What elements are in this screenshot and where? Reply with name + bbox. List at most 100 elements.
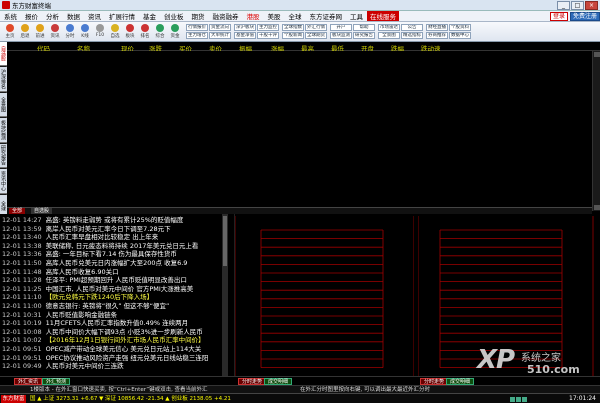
side-tab-2[interactable]: 全景图 <box>0 92 7 118</box>
toolbar-label-3: 资讯 <box>50 34 60 39</box>
toolbar-link[interactable]: 行情报价 <box>186 24 208 31</box>
toolbar-link[interactable]: 主力监控 <box>257 24 279 31</box>
menu-item-6[interactable]: 基金 <box>139 11 160 21</box>
toolbar-icon-2 <box>36 24 44 32</box>
toolbar-button-7[interactable]: 自选 <box>109 23 121 40</box>
status-icons <box>510 396 550 402</box>
toolbar-link[interactable]: 基金净值 <box>234 32 256 39</box>
toolbar-link[interactable]: 研究报告 <box>353 32 375 39</box>
quote-tab-bar: 全部 自选股 <box>7 207 592 215</box>
side-tab-4[interactable]: 研究报告 <box>0 143 7 169</box>
side-tab-3[interactable]: 板块监测 <box>0 118 7 143</box>
tab-forex-forecast[interactable]: 外汇预测 <box>42 378 71 385</box>
toolbar-button-10[interactable]: 综合 <box>154 23 166 40</box>
toolbar-link[interactable]: 数据中心 <box>449 32 471 39</box>
toolbar-button-9[interactable]: 排名 <box>139 23 151 40</box>
menu-item-12[interactable]: 全球 <box>285 11 306 21</box>
watermark-mark: XP <box>477 345 515 375</box>
toolbar-link[interactable]: 主力增仓 <box>186 32 208 39</box>
index-ticker[interactable]: 国 ▲ 上证 3273.31 +6.67 ▼ 深证 10856.42 -21.3… <box>30 394 231 403</box>
toolbar-label-6: F10 <box>95 33 105 38</box>
menu-item-7[interactable]: 创业板 <box>160 11 188 21</box>
menu-item-3[interactable]: 数据 <box>63 11 84 21</box>
news-list: 12-01 14:27 高盛: 英镑料走弱势 或将有累计25%的贬值幅度 12-01 1… <box>0 214 228 376</box>
toolbar-grid-5: 财经直播 个股资料 券商推荐 数据中心 <box>426 24 471 39</box>
tab-trade-detail-2[interactable]: 成交明细 <box>446 378 475 385</box>
toolbar-link[interactable]: 精选指标 <box>401 32 423 39</box>
login-button[interactable]: 登录 <box>549 11 568 21</box>
menu-item-0[interactable]: 系统 <box>0 11 21 21</box>
toolbar-link[interactable]: 深沪板块 <box>234 24 256 31</box>
menu-item-1[interactable]: 报价 <box>21 11 42 21</box>
maximize-button[interactable]: □ <box>571 0 584 10</box>
toolbar-button-4[interactable]: 分时 <box>64 23 76 40</box>
status-bar: 东方财富 国 ▲ 上证 3273.31 +6.67 ▼ 深证 10856.42 … <box>0 393 600 403</box>
menu-item-5[interactable]: 扩展行情 <box>105 11 139 21</box>
toolbar-icon-3 <box>51 24 59 32</box>
register-button[interactable]: 免费注册 <box>569 11 600 21</box>
news-headline[interactable]: 人民币对美元中间价三连跌 <box>46 362 124 370</box>
minimize-button[interactable]: _ <box>557 0 570 10</box>
menu-item-11[interactable]: 美股 <box>264 11 285 21</box>
clock: 17:01:24 <box>569 395 596 402</box>
toolbar-link[interactable]: 开户 <box>330 24 352 31</box>
toolbar-link[interactable]: 资金流向 <box>209 24 231 31</box>
toolbar-button-11[interactable]: 资金 <box>169 23 181 40</box>
toolbar-link[interactable]: 帮助 <box>353 24 375 31</box>
toolbar-link[interactable]: 大单统计 <box>209 32 231 39</box>
toolbar-link[interactable]: 个股资料 <box>449 24 471 31</box>
menu-item-4[interactable]: 资讯 <box>84 11 105 21</box>
toolbar-link[interactable]: 千股千评 <box>257 32 279 39</box>
news-scroll-thumb[interactable] <box>223 216 227 266</box>
status-logo[interactable]: 东方财富 <box>1 395 26 403</box>
toolbar-link[interactable]: 全球期货 <box>305 32 327 39</box>
menu-item-10[interactable]: 港股 <box>243 11 264 21</box>
toolbar-button-3[interactable]: 资讯 <box>49 23 61 40</box>
title-bar: 东方财富终端 _ □ × <box>0 0 600 11</box>
side-tab-5[interactable]: 资讯中心 <box>0 169 7 194</box>
toolbar-link[interactable]: 公告 <box>401 24 423 31</box>
toolbar-link[interactable]: 全景图 <box>378 32 400 39</box>
quote-table[interactable] <box>7 51 592 207</box>
scroll-down-icon[interactable] <box>594 205 600 210</box>
toolbar-link[interactable]: 财经直播 <box>426 24 448 31</box>
toolbar-link[interactable]: 全球指数 <box>282 24 304 31</box>
menu-bar: 系统 报价 分析 数据 资讯 扩展行情 基金 创业板 期货 融资融券 港股 美股 全球 东方证券网 工具 在线… <box>0 11 600 22</box>
tab-intraday-1[interactable]: 分时走势 <box>238 378 267 385</box>
toolbar-button-8[interactable]: 板块 <box>124 23 136 40</box>
toolbar-icon-0 <box>6 24 14 32</box>
toolbar-link[interactable]: 板块监测 <box>330 32 352 39</box>
intraday-chart-panel[interactable] <box>234 214 414 378</box>
toolbar-icon-6 <box>96 24 104 32</box>
side-tab-0[interactable]: 自选股 <box>0 42 7 67</box>
quote-scrollbar[interactable] <box>592 51 600 211</box>
menu-item-13[interactable]: 东方证券网 <box>306 11 347 21</box>
tab-trade-detail-1[interactable]: 成交明细 <box>264 378 293 385</box>
toolbar-button-1[interactable]: 后退 <box>19 23 31 40</box>
close-button[interactable]: × <box>585 0 598 10</box>
toolbar-link[interactable]: 个股新闻 <box>282 32 304 39</box>
news-time: 09:49 <box>22 362 42 371</box>
menu-item-8[interactable]: 期货 <box>188 11 209 21</box>
toolbar-button-5[interactable]: K线 <box>79 23 91 40</box>
alert-icon <box>522 397 527 402</box>
toolbar-button-6[interactable]: F10 <box>94 23 106 40</box>
toolbar-button-2[interactable]: 前进 <box>34 23 46 40</box>
watermark-site: 510.com <box>527 363 580 376</box>
tab-intraday-2[interactable]: 分时走势 <box>420 378 449 385</box>
toolbar-label-1: 后退 <box>20 34 30 39</box>
toolbar-icon-1 <box>21 24 29 32</box>
side-tab-1[interactable]: 沪深排名 <box>0 67 7 92</box>
toolbar-link[interactable]: 市场雷达 <box>378 24 400 31</box>
toolbar-link[interactable]: 券商推荐 <box>426 32 448 39</box>
menu-item-9[interactable]: 融资融券 <box>209 11 243 21</box>
scroll-up-icon[interactable] <box>594 52 600 57</box>
menu-item-14[interactable]: 工具 <box>346 11 367 21</box>
toolbar-link[interactable]: 外汇行情 <box>305 24 327 31</box>
toolbar-button-0[interactable]: 主页 <box>4 23 16 40</box>
menu-item-2[interactable]: 分析 <box>42 11 63 21</box>
news-item[interactable]: 12-01 09:49 人民币对美元中间价三连跌 <box>2 361 124 371</box>
menu-online-service[interactable]: 在线服务 <box>367 11 399 21</box>
tab-forex-news[interactable]: 外汇资讯 <box>14 378 43 385</box>
news-scrollbar[interactable] <box>222 214 228 376</box>
